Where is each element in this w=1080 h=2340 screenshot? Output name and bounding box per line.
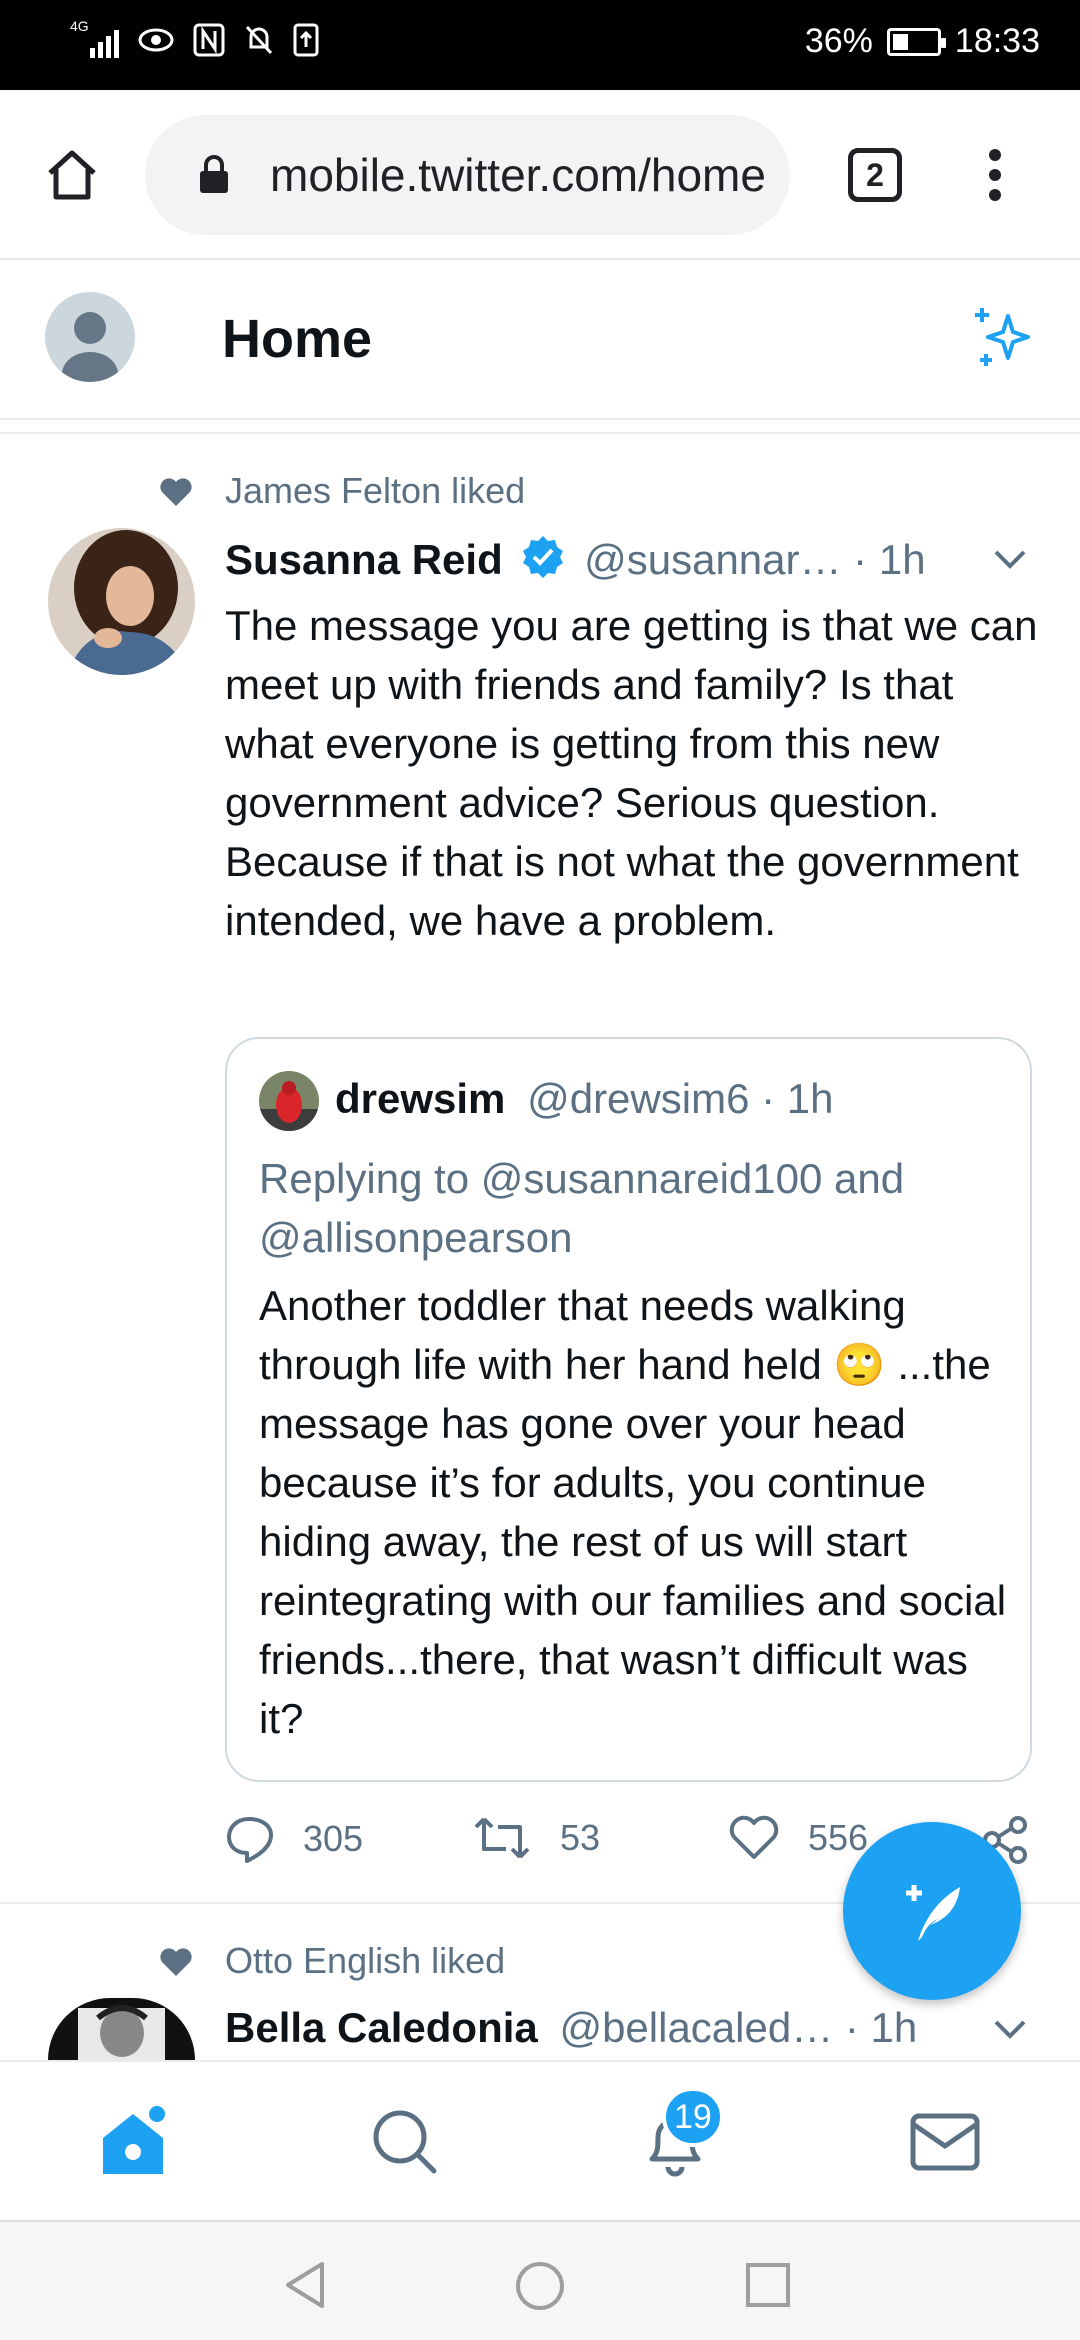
retweet-icon [474,1817,530,1859]
status-right: 36% 18:33 [805,22,1040,61]
signal-icon: 4G [70,18,119,58]
retweet-button[interactable]: 53 [472,1815,600,1861]
nav-home[interactable] [0,2062,270,2222]
author-name[interactable]: Susanna Reid [225,536,503,583]
user-icon [62,312,118,382]
nav-messages[interactable] [810,2062,1080,2222]
handle-time: @susannar… · 1h [584,536,926,583]
quote-author-name: drewsim [335,1075,506,1122]
like-button[interactable]: 556 [728,1815,868,1861]
more-vert-icon[interactable] [980,145,1010,205]
like-count: 556 [808,1817,869,1858]
home-icon [103,2106,165,2174]
page-title: Home [222,309,373,369]
battery-percent: 36% [804,22,873,60]
bottom-navigation: 19 [0,2060,1080,2220]
eye-icon [138,28,174,52]
search-icon [373,2110,437,2174]
notification-badge: 19 [662,2087,724,2147]
bell-off-icon [245,25,273,55]
system-navigation-bar [0,2220,1080,2340]
status-icons: 4G [70,18,319,58]
home-icon[interactable] [42,145,102,205]
avatar[interactable] [48,528,195,675]
chevron-down-icon[interactable] [992,548,1028,572]
profile-avatar-button[interactable] [45,292,135,382]
chevron-down-icon[interactable] [992,2018,1028,2042]
tweet-text: The message you are getting is that we c… [225,602,1038,944]
replying-to[interactable]: Replying to @susannareid100 and @allison… [259,1149,999,1267]
social-context[interactable]: James Felton liked [225,470,525,512]
heart-icon [160,1948,192,1976]
verified-icon [523,536,564,578]
tweet-header: Bella Caledonia @bellacaled… · 1h [225,2004,917,2052]
address-bar[interactable]: mobile.twitter.com/home [145,115,790,235]
handle-time: @bellacaled… · 1h [559,2004,918,2051]
nfc-icon [193,23,225,57]
recents-icon[interactable] [745,2262,791,2308]
nav-search[interactable] [270,2062,540,2222]
social-context[interactable]: Otto English liked [225,1940,505,1982]
mail-icon [910,2113,980,2171]
author-name[interactable]: Bella Caledonia [225,2004,538,2051]
clock: 18:33 [954,22,1040,60]
reply-icon [227,1817,273,1863]
sparkle-icon[interactable] [970,302,1040,372]
reply-button[interactable]: 305 [225,1815,363,1863]
lock-icon [200,155,228,193]
quote-avatar [259,1071,319,1131]
retweet-count: 53 [560,1817,601,1858]
tab-switcher-button[interactable]: 2 [848,148,902,202]
quote-header: drewsim @drewsim6 · 1h [335,1075,833,1123]
circle-home-icon[interactable] [514,2260,566,2312]
like-icon [729,1815,779,1859]
avatar[interactable] [48,1998,195,2060]
status-bar: 4G 36% 18:33 [0,0,1080,90]
back-icon[interactable] [282,2260,328,2310]
twitter-header: Home [0,260,1080,420]
divider [0,432,1080,434]
tweet-header: Susanna Reid @susannar… · 1h [225,534,926,584]
reply-count: 305 [303,1818,364,1859]
quoted-tweet[interactable]: drewsim @drewsim6 · 1h Replying to @susa… [225,1037,1032,1782]
url-text: mobile.twitter.com/home [270,149,766,201]
browser-toolbar: mobile.twitter.com/home 2 [0,90,1080,260]
upload-icon [293,23,319,57]
battery-icon [886,27,946,56]
quote-handle-time: @drewsim6 · 1h [527,1075,834,1122]
compose-tweet-button[interactable] [843,1822,1021,2000]
network-type: 4G [70,18,89,34]
heart-icon [160,478,192,506]
compose-tweet-icon [906,1885,960,1941]
quote-text: Another toddler that needs walking throu… [259,1282,1007,1742]
